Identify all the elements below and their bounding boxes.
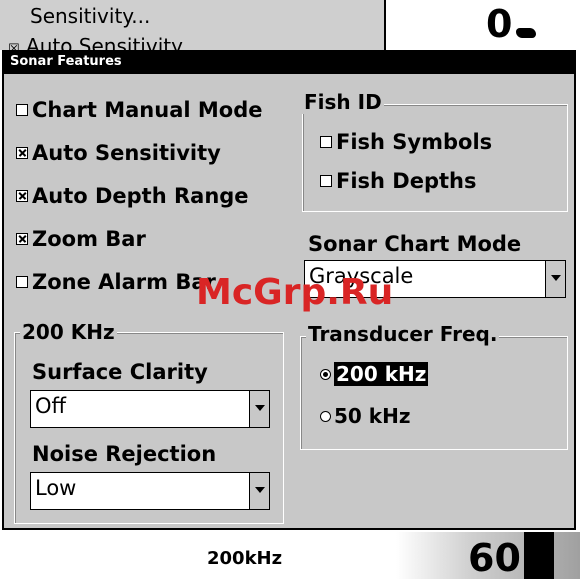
- background-depth-panel: [384, 0, 580, 50]
- noise-rejection-value: Low: [35, 476, 77, 500]
- dialog-titlebar: Sonar Features: [4, 52, 574, 74]
- checkbox-label-zoom-bar: Zoom Bar: [32, 227, 146, 251]
- checkbox-auto-sensitivity[interactable]: Auto Sensitivity: [16, 141, 221, 165]
- transducer-freq-label: Transducer Freq.: [306, 322, 500, 346]
- checkbox-chart-manual-mode[interactable]: Chart Manual Mode: [16, 98, 263, 122]
- noise-rejection-select[interactable]: Low: [30, 472, 270, 510]
- checkbox-box: [16, 276, 28, 288]
- transducer-freq-group: [300, 336, 568, 450]
- background-dark-bar: [524, 532, 554, 579]
- chevron-down-icon[interactable]: [249, 391, 269, 427]
- checkbox-label-zone-alarm-bar: Zone Alarm Bar: [32, 270, 216, 294]
- surface-clarity-select[interactable]: Off: [30, 390, 270, 428]
- checkbox-fish-symbols[interactable]: Fish Symbols: [320, 130, 492, 154]
- checkbox-label-fish-depths: Fish Depths: [336, 169, 477, 193]
- radio-button: [320, 368, 331, 380]
- checkbox-box: [16, 104, 28, 116]
- background-depth-readout: 0: [486, 2, 513, 46]
- checkbox-auto-depth-range[interactable]: Auto Depth Range: [16, 184, 249, 208]
- background-bottom-depth: 60: [468, 536, 521, 580]
- checkbox-label-fish-symbols: Fish Symbols: [336, 130, 493, 154]
- radio-200-khz[interactable]: 200 kHz: [320, 362, 429, 386]
- surface-clarity-value: Off: [35, 394, 66, 418]
- radio-label-200-khz: 200 kHz: [334, 362, 429, 386]
- chevron-down-icon[interactable]: [545, 261, 565, 297]
- sonar-chart-mode-label: Sonar Chart Mode: [308, 232, 522, 256]
- radio-button: [320, 410, 331, 422]
- chevron-down-icon[interactable]: [249, 473, 269, 509]
- checkbox-box: [320, 175, 332, 187]
- checkbox-box: [16, 233, 28, 245]
- checkbox-box: [16, 147, 28, 159]
- checkbox-label-auto-depth-range: Auto Depth Range: [32, 184, 249, 208]
- checkbox-box: [320, 136, 332, 148]
- background-frequency-readout: 200kHz: [207, 548, 283, 569]
- background-menu-sensitivity: Sensitivity...: [30, 4, 151, 28]
- noise-rejection-label: Noise Rejection: [32, 442, 217, 466]
- surface-clarity-label: Surface Clarity: [32, 360, 208, 384]
- freq-settings-label: 200 KHz: [20, 320, 117, 344]
- fish-symbol-icon: [516, 28, 536, 38]
- radio-50-khz[interactable]: 50 kHz: [320, 404, 410, 428]
- checkbox-zoom-bar[interactable]: Zoom Bar: [16, 227, 146, 251]
- checkbox-zone-alarm-bar[interactable]: Zone Alarm Bar: [16, 270, 216, 294]
- fish-id-label: Fish ID: [302, 90, 384, 114]
- fish-id-group: [302, 104, 568, 212]
- watermark-text: McGrp.Ru: [196, 272, 394, 313]
- checkbox-label-chart-manual-mode: Chart Manual Mode: [32, 98, 263, 122]
- checkbox-label-auto-sensitivity: Auto Sensitivity: [32, 141, 221, 165]
- checkbox-box: [16, 190, 28, 202]
- dialog-title: Sonar Features: [10, 54, 122, 69]
- radio-label-50-khz: 50 kHz: [334, 404, 411, 428]
- checkbox-fish-depths[interactable]: Fish Depths: [320, 169, 477, 193]
